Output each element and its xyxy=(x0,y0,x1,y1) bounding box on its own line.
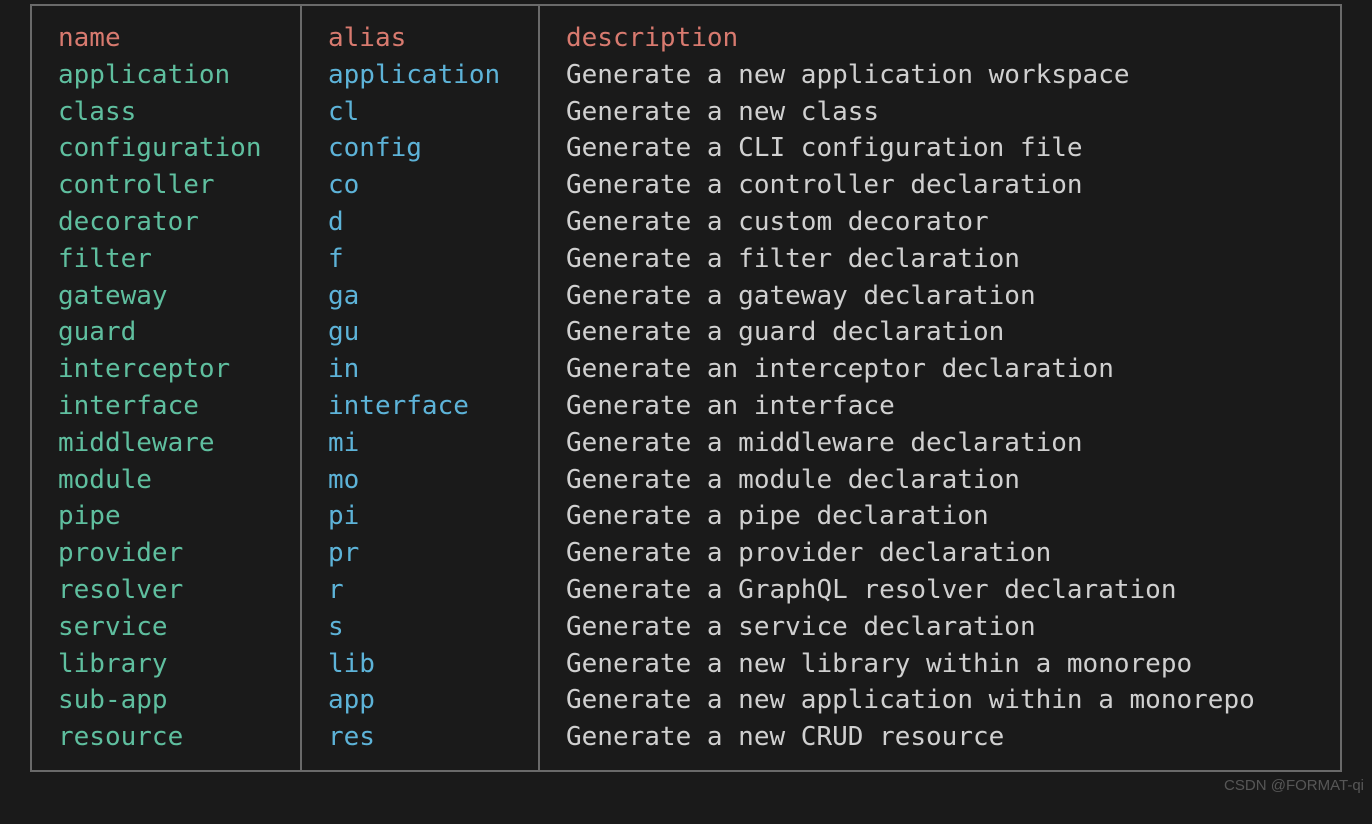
watermark: CSDN @FORMAT-qi xyxy=(1224,777,1364,794)
table-header-row: name alias description xyxy=(32,6,1340,57)
cell-alias: pr xyxy=(302,535,540,572)
table-row: filterfGenerate a filter declaration xyxy=(32,241,1340,278)
table-row: pipepiGenerate a pipe declaration xyxy=(32,498,1340,535)
table-row: providerprGenerate a provider declaratio… xyxy=(32,535,1340,572)
cell-name: controller xyxy=(32,167,302,204)
cell-name: sub-app xyxy=(32,682,302,719)
cell-alias: cl xyxy=(302,94,540,131)
header-alias: alias xyxy=(302,6,540,57)
table-row: decoratordGenerate a custom decorator xyxy=(32,204,1340,241)
cell-alias: s xyxy=(302,609,540,646)
cell-description: Generate a middleware declaration xyxy=(540,425,1340,462)
cell-alias: in xyxy=(302,351,540,388)
table-row: resourceresGenerate a new CRUD resource xyxy=(32,719,1340,756)
table-row: resolverrGenerate a GraphQL resolver dec… xyxy=(32,572,1340,609)
cell-name: interface xyxy=(32,388,302,425)
cell-name: guard xyxy=(32,314,302,351)
cell-alias: res xyxy=(302,719,540,756)
cell-description: Generate a controller declaration xyxy=(540,167,1340,204)
cell-alias: mo xyxy=(302,462,540,499)
table-row: guardguGenerate a guard declaration xyxy=(32,314,1340,351)
cell-alias: application xyxy=(302,57,540,94)
cell-description: Generate a new library within a monorepo xyxy=(540,646,1340,683)
cell-description: Generate a new CRUD resource xyxy=(540,719,1340,756)
cell-description: Generate a new application workspace xyxy=(540,57,1340,94)
header-description: description xyxy=(540,6,1340,57)
cell-name: resource xyxy=(32,719,302,756)
cell-alias: pi xyxy=(302,498,540,535)
schematics-table: name alias description applicationapplic… xyxy=(30,4,1342,772)
cell-description: Generate a guard declaration xyxy=(540,314,1340,351)
cell-alias: interface xyxy=(302,388,540,425)
cell-description: Generate a gateway declaration xyxy=(540,278,1340,315)
cell-description: Generate a filter declaration xyxy=(540,241,1340,278)
cell-description: Generate a CLI configuration file xyxy=(540,130,1340,167)
cell-alias: mi xyxy=(302,425,540,462)
cell-name: middleware xyxy=(32,425,302,462)
cell-description: Generate a custom decorator xyxy=(540,204,1340,241)
cell-name: module xyxy=(32,462,302,499)
table-pad-row xyxy=(32,756,1340,770)
cell-alias: gu xyxy=(302,314,540,351)
cell-name: pipe xyxy=(32,498,302,535)
cell-description: Generate a module declaration xyxy=(540,462,1340,499)
cell-description: Generate a new application within a mono… xyxy=(540,682,1340,719)
cell-alias: f xyxy=(302,241,540,278)
cell-alias: r xyxy=(302,572,540,609)
cell-name: configuration xyxy=(32,130,302,167)
cell-alias: ga xyxy=(302,278,540,315)
cell-name: application xyxy=(32,57,302,94)
cell-name: resolver xyxy=(32,572,302,609)
cell-alias: d xyxy=(302,204,540,241)
cell-description: Generate a pipe declaration xyxy=(540,498,1340,535)
cell-name: interceptor xyxy=(32,351,302,388)
cell-name: filter xyxy=(32,241,302,278)
table-row: interceptorinGenerate an interceptor dec… xyxy=(32,351,1340,388)
cell-description: Generate an interface xyxy=(540,388,1340,425)
cell-description: Generate a service declaration xyxy=(540,609,1340,646)
table-row: middlewaremiGenerate a middleware declar… xyxy=(32,425,1340,462)
table-row: interfaceinterfaceGenerate an interface xyxy=(32,388,1340,425)
cell-name: service xyxy=(32,609,302,646)
table-row: sub-appappGenerate a new application wit… xyxy=(32,682,1340,719)
cell-description: Generate a GraphQL resolver declaration xyxy=(540,572,1340,609)
table-row: classclGenerate a new class xyxy=(32,94,1340,131)
table-row: gatewaygaGenerate a gateway declaration xyxy=(32,278,1340,315)
table-row: modulemoGenerate a module declaration xyxy=(32,462,1340,499)
cell-name: provider xyxy=(32,535,302,572)
table-row: servicesGenerate a service declaration xyxy=(32,609,1340,646)
cell-name: gateway xyxy=(32,278,302,315)
table-row: controllercoGenerate a controller declar… xyxy=(32,167,1340,204)
table-row: applicationapplicationGenerate a new app… xyxy=(32,57,1340,94)
cell-alias: lib xyxy=(302,646,540,683)
cell-name: class xyxy=(32,94,302,131)
cell-alias: config xyxy=(302,130,540,167)
cell-alias: co xyxy=(302,167,540,204)
cell-description: Generate a new class xyxy=(540,94,1340,131)
cell-alias: app xyxy=(302,682,540,719)
header-name: name xyxy=(32,6,302,57)
cell-name: library xyxy=(32,646,302,683)
cell-description: Generate an interceptor declaration xyxy=(540,351,1340,388)
table-row: configurationconfigGenerate a CLI config… xyxy=(32,130,1340,167)
table-row: librarylibGenerate a new library within … xyxy=(32,646,1340,683)
cell-name: decorator xyxy=(32,204,302,241)
cell-description: Generate a provider declaration xyxy=(540,535,1340,572)
